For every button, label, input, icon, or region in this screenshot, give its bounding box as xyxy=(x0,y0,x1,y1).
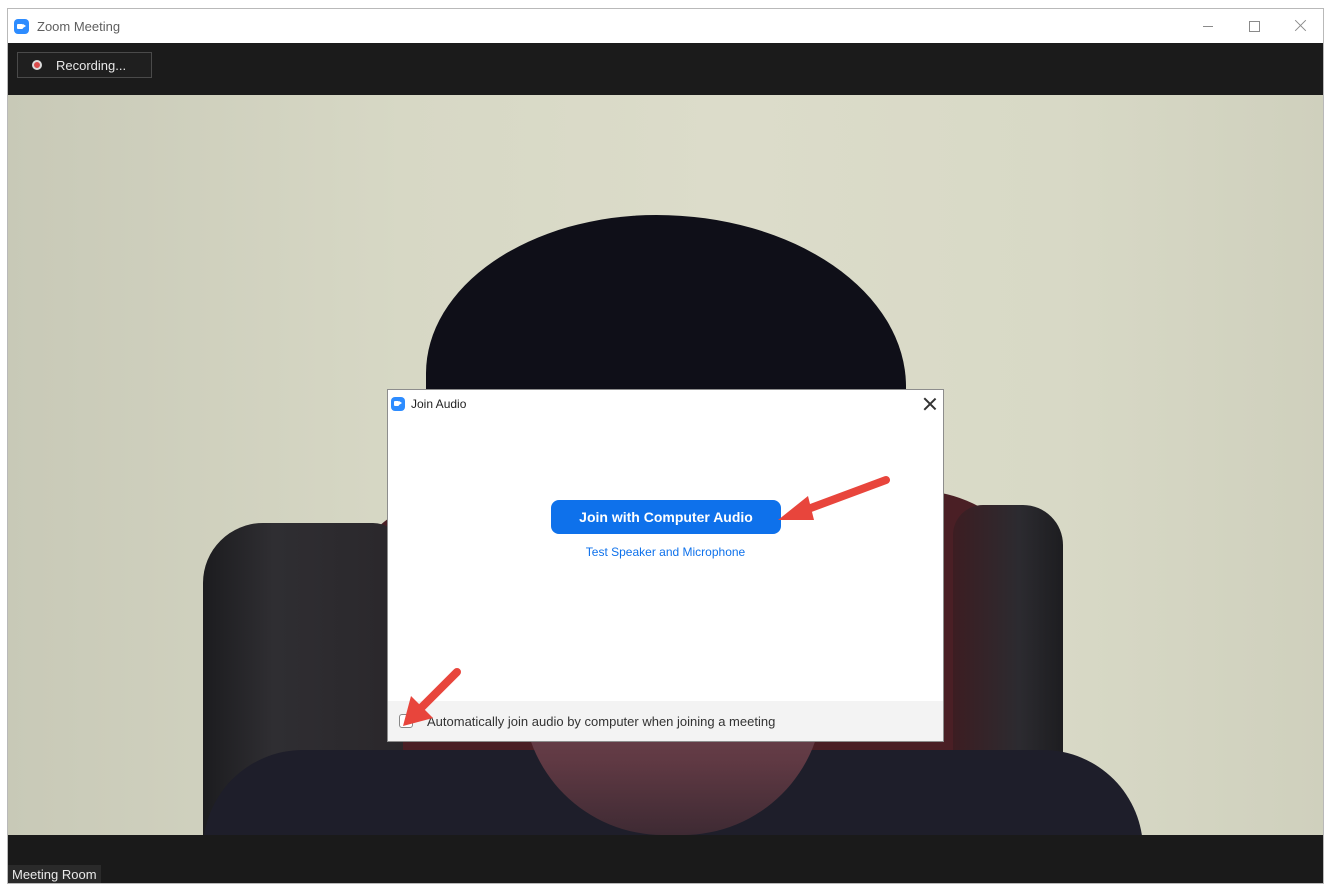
dialog-title-bar: Join Audio xyxy=(388,390,943,418)
dialog-close-icon[interactable] xyxy=(921,395,939,413)
zoom-app-icon xyxy=(14,18,29,34)
meeting-bottom-bar: Meeting Room xyxy=(8,835,1323,883)
minimize-button[interactable] xyxy=(1185,9,1231,43)
zoom-dialog-icon xyxy=(391,397,405,411)
maximize-icon xyxy=(1249,21,1260,32)
maximize-button[interactable] xyxy=(1231,9,1277,43)
window-controls xyxy=(1185,9,1323,43)
title-bar: Zoom Meeting xyxy=(8,9,1323,43)
record-dot-icon xyxy=(32,60,42,70)
minimize-icon xyxy=(1203,26,1213,27)
red-arrow-icon xyxy=(403,668,461,726)
red-arrow-icon xyxy=(778,476,890,520)
dialog-title: Join Audio xyxy=(411,397,467,411)
meeting-room-label: Meeting Room xyxy=(8,865,101,883)
window-title: Zoom Meeting xyxy=(37,18,121,34)
close-icon xyxy=(1294,18,1308,32)
test-speaker-microphone-link[interactable]: Test Speaker and Microphone xyxy=(388,545,943,559)
close-button[interactable] xyxy=(1277,9,1323,43)
join-computer-audio-button[interactable]: Join with Computer Audio xyxy=(551,500,781,534)
recording-label: Recording... xyxy=(56,57,127,73)
auto-join-label[interactable]: Automatically join audio by computer whe… xyxy=(427,714,775,729)
meeting-top-bar: Recording... xyxy=(8,43,1323,95)
recording-indicator[interactable]: Recording... xyxy=(17,52,152,78)
